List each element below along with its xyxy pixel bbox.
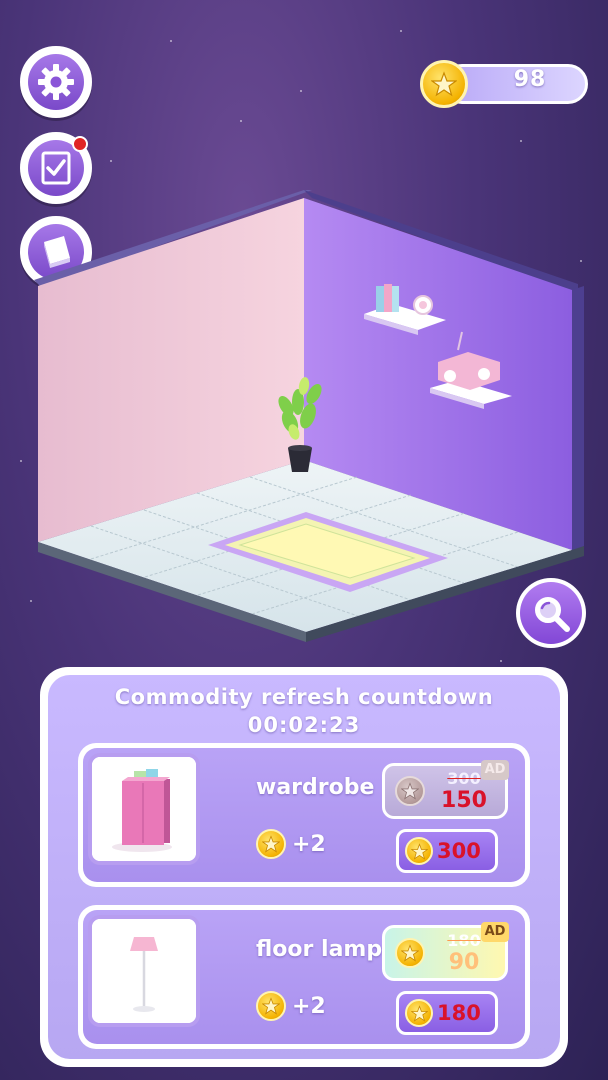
ad-tag: AD [481, 922, 509, 942]
floor-lamp-thumbnail [88, 915, 200, 1027]
reward: +2 [256, 991, 326, 1021]
coin-icon [256, 991, 286, 1021]
coin-icon [395, 776, 425, 806]
ad-discount-button[interactable]: 180 90 AD [382, 922, 509, 981]
buy-button[interactable]: 180 [396, 991, 498, 1035]
reward: +2 [256, 829, 326, 859]
coin-count: 98 [513, 67, 547, 92]
reward-value: +2 [292, 831, 326, 857]
buy-button[interactable]: 300 [396, 829, 498, 873]
wardrobe-thumbnail [88, 753, 200, 865]
coin-icon [256, 829, 286, 859]
ad-tag: AD [481, 760, 509, 780]
zoom-button[interactable] [516, 578, 586, 648]
coin-balance: 98 [420, 60, 588, 108]
shop-item-wardrobe: wardrobe +2 300 150 AD 300 [78, 743, 530, 887]
magnifier-icon [535, 597, 570, 632]
refresh-timer: 00:02:23 [247, 713, 361, 737]
shop-item-floor-lamp: floor lamp +2 180 90 AD 180 [78, 905, 530, 1049]
item-name: floor lamp [256, 937, 383, 962]
price: 300 [437, 839, 481, 863]
coin-icon [420, 60, 468, 108]
room-view[interactable] [0, 180, 608, 650]
ad-discount-button-disabled[interactable]: 300 150 AD [382, 760, 509, 819]
coin-icon [405, 837, 433, 865]
item-name: wardrobe [256, 775, 375, 800]
gear-icon [38, 64, 74, 100]
settings-button[interactable] [20, 46, 92, 118]
ad-price: 150 [441, 788, 487, 813]
coin-icon [395, 938, 425, 968]
price: 180 [437, 1001, 481, 1025]
reward-value: +2 [292, 993, 326, 1019]
ad-price: 90 [448, 950, 480, 975]
notification-dot [72, 136, 88, 152]
coin-icon [405, 999, 433, 1027]
shop-title: Commodity refresh countdown [114, 685, 494, 709]
